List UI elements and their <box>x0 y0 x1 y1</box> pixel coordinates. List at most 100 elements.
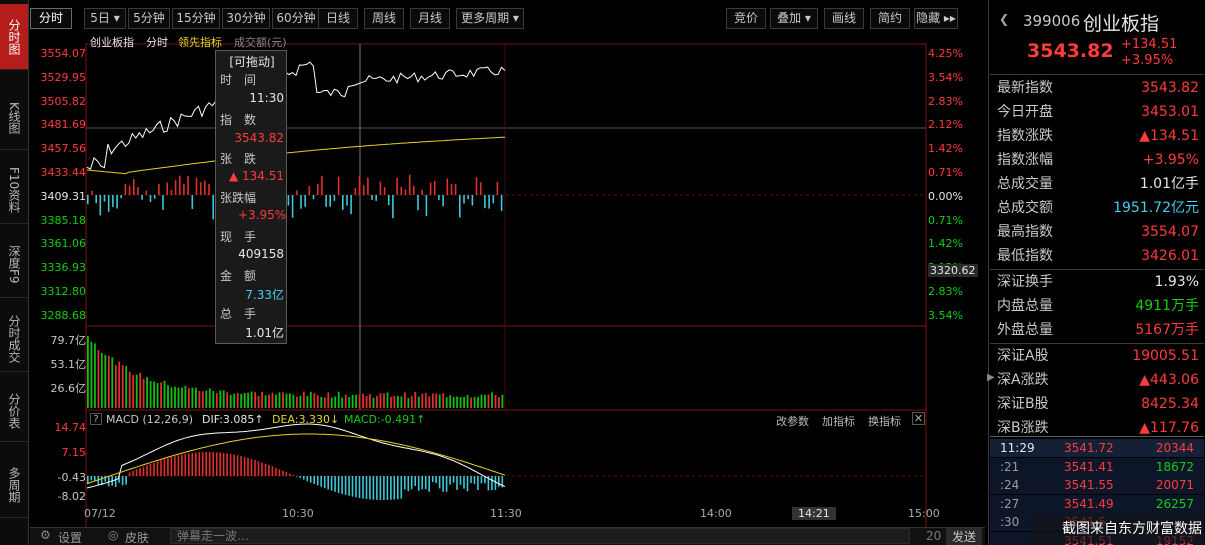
intraday-chart[interactable]: 创业板指 分时 领先指标 成交额(元) 3554.07 3529.95 3505.8… <box>30 30 985 530</box>
more-periods-dropdown[interactable]: 更多周期 ▾ <box>456 8 524 29</box>
skin-button[interactable]: 皮肤 <box>125 529 149 545</box>
macd-bar <box>229 453 232 476</box>
volume-bar <box>261 391 263 408</box>
tooltip-drag-tag[interactable]: [可拖动] <box>220 53 284 70</box>
macd-bar <box>313 476 315 484</box>
skin-icon[interactable]: ◎ <box>108 528 118 542</box>
macd-bar <box>188 453 190 476</box>
change-bar <box>187 176 189 195</box>
auction-button[interactable]: 竞价 <box>726 8 766 29</box>
period-5day-button[interactable]: 5日 ▾ <box>84 8 126 29</box>
price-axis-label: 3457.56 <box>40 142 87 156</box>
add-indicator-button[interactable]: 加指标 <box>822 413 855 429</box>
period-5min-button[interactable]: 5分钟 <box>128 8 170 29</box>
quote-value: 19005.51 <box>1132 348 1199 364</box>
quote-row: 指数涨跌 ▲134.51 <box>997 124 1203 148</box>
change-bar <box>367 177 369 195</box>
macd-bar <box>191 453 194 476</box>
period-15min-button[interactable]: 15分钟 <box>172 8 220 29</box>
volume-bar <box>355 394 357 408</box>
collapse-arrow-icon[interactable]: ▶ <box>987 372 995 383</box>
volume-bar <box>250 391 253 408</box>
quote-row: 最低指数 3426.01 <box>997 244 1203 268</box>
change-bar <box>346 195 348 206</box>
divider <box>990 74 1204 75</box>
macd-bar <box>261 462 263 476</box>
period-30min-button[interactable]: 30分钟 <box>222 8 270 29</box>
change-bar <box>362 185 365 196</box>
quote-row: 总成交额 1951.72亿元 <box>997 196 1203 220</box>
tab-multi-period[interactable]: 多周期 <box>0 452 28 518</box>
send-button[interactable]: 发送 <box>946 528 983 545</box>
change-bar <box>454 184 457 195</box>
tab-tick-trades[interactable]: 分时成交 <box>0 306 28 372</box>
back-arrow-icon[interactable]: ❮ <box>999 12 1009 26</box>
macd-bar <box>268 465 270 476</box>
danmu-input[interactable]: 弹幕走一波… <box>170 528 910 544</box>
change-bar <box>337 176 340 195</box>
period-month-button[interactable]: 月线 <box>410 8 450 29</box>
volume-bar <box>445 397 448 408</box>
change-bar <box>471 195 474 206</box>
quote-label: 深证B股 <box>997 396 1049 412</box>
change-bar <box>170 189 173 196</box>
close-icon[interactable]: ✕ <box>912 412 925 425</box>
change-bar <box>99 195 102 216</box>
hide-panel-button[interactable]: 隐藏 ▸▸ <box>914 8 958 29</box>
change-bar <box>375 195 377 201</box>
macd-bar <box>222 452 225 476</box>
change-bar <box>321 175 323 195</box>
change-bar <box>492 195 495 204</box>
tab-depth-f9[interactable]: 深度F9 <box>0 232 28 298</box>
change-bar <box>112 195 114 207</box>
change-bar <box>479 182 482 195</box>
divider <box>990 436 1204 437</box>
tab-label: 分时成交 <box>7 314 21 363</box>
period-60min-button[interactable]: 60分钟 <box>272 8 320 29</box>
tick-price: 3541.41 <box>1064 459 1114 474</box>
quote-value: ▲134.51 <box>1139 128 1199 144</box>
period-week-button[interactable]: 周线 <box>364 8 404 29</box>
danmu-count: 20 <box>926 529 942 543</box>
gear-icon[interactable]: ⚙ <box>40 528 51 542</box>
volume-bar <box>320 397 323 408</box>
volume-bar <box>452 397 455 408</box>
tab-label: F10资料 <box>7 167 21 214</box>
volume-bar <box>383 393 385 408</box>
percent-axis-label: 2.12% <box>928 118 963 132</box>
macd-bar <box>142 466 145 476</box>
tab-time-chart[interactable]: 分时图 <box>0 4 28 70</box>
macd-bar <box>383 476 385 500</box>
change-bar <box>408 174 411 195</box>
overlay-dropdown[interactable]: 叠加 ▾ <box>770 8 818 29</box>
change-bar <box>429 182 432 196</box>
macd-bar <box>163 459 166 476</box>
edit-params-button[interactable]: 改参数 <box>776 413 809 429</box>
period-intraday-button[interactable]: 分时 <box>30 8 72 29</box>
tab-label: 深度F9 <box>7 245 21 284</box>
period-day-button[interactable]: 日线 <box>318 8 358 29</box>
change-bar <box>287 195 290 206</box>
price-axis-label: 3409.31 <box>40 189 87 203</box>
tab-price-table[interactable]: 分价表 <box>0 380 28 442</box>
volume-bar <box>316 395 319 408</box>
macd-bar <box>438 476 441 489</box>
simple-mode-button[interactable]: 简约 <box>870 8 910 29</box>
switch-indicator-button[interactable]: 换指标 <box>868 413 901 429</box>
volume-bar <box>369 393 371 408</box>
left-tab-bar: 分时图 K线图 F10资料 深度F9 分时成交 分价表 多周期 <box>0 0 29 545</box>
volume-bar <box>296 396 298 408</box>
draw-line-button[interactable]: 画线 <box>824 8 864 29</box>
help-icon[interactable]: ? <box>90 413 102 425</box>
tab-f10[interactable]: F10资料 <box>0 158 28 224</box>
crosshair-tooltip[interactable]: [可拖动] 时 间 11:30 指 数 3543.82 张 跌 ▲ 134.51… <box>215 50 287 344</box>
macd-bar <box>480 476 483 484</box>
macd-value: MACD:-0.491↑ <box>344 413 426 426</box>
macd-bar <box>404 476 406 490</box>
change-bar <box>417 195 419 211</box>
quote-value: 8425.34 <box>1141 396 1199 412</box>
settings-button[interactable]: 设置 <box>58 529 82 545</box>
tab-k-line[interactable]: K线图 <box>0 86 28 150</box>
tooltip-pct-value: +3.95% <box>238 208 287 222</box>
quote-row: 指数涨幅 +3.95% <box>997 148 1203 172</box>
